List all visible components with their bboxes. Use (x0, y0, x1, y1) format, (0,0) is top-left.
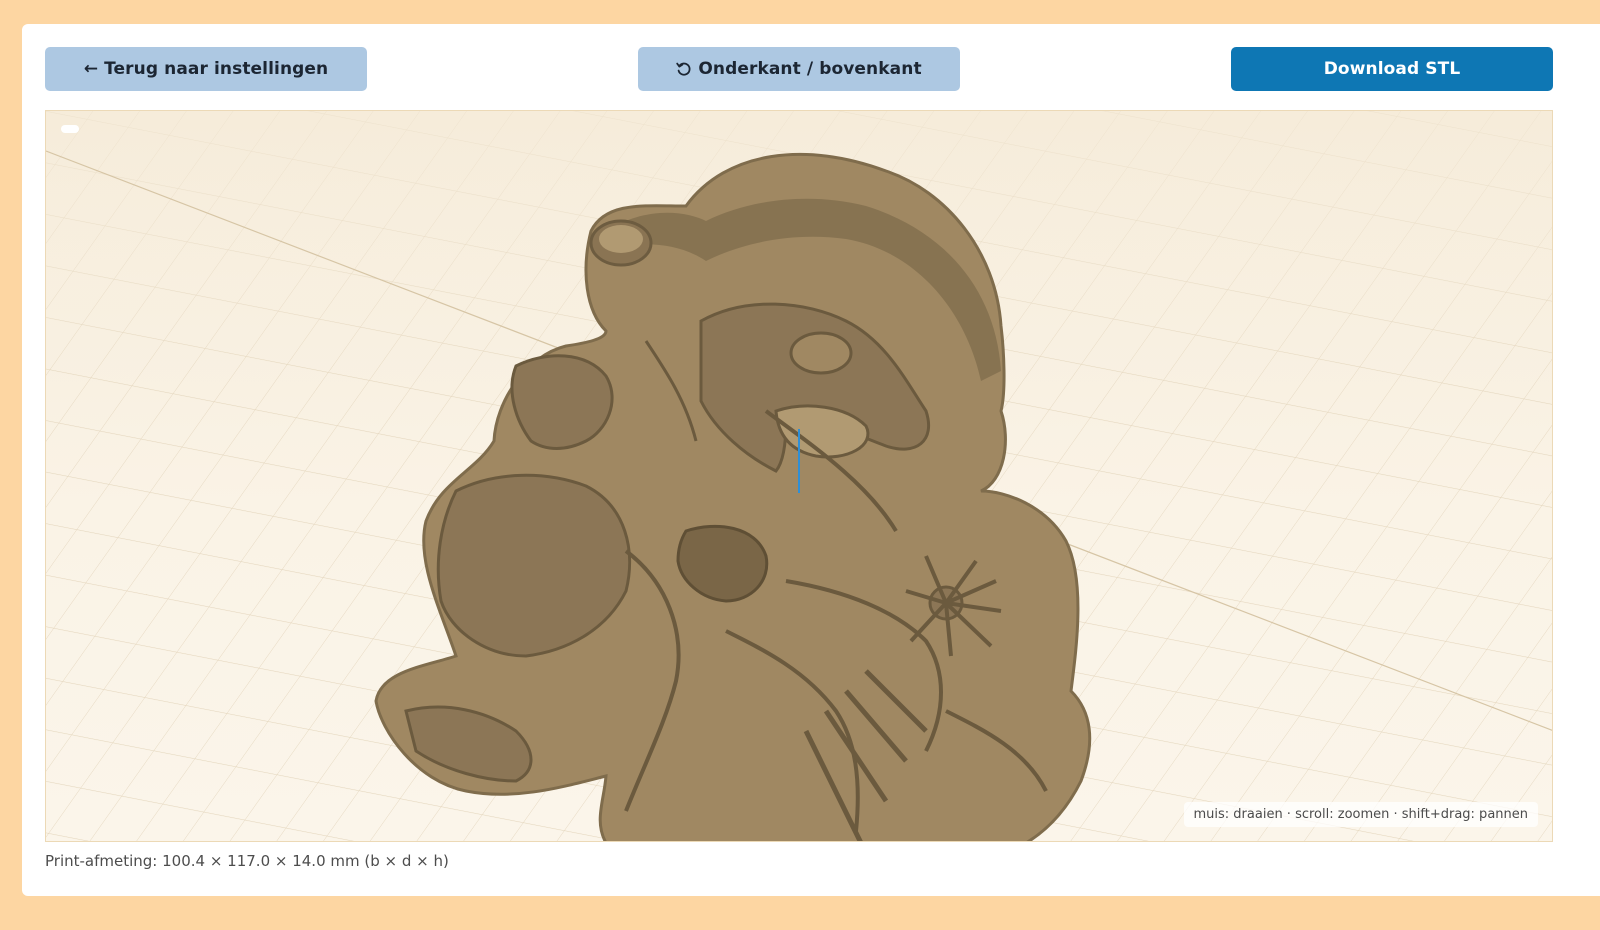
flip-bottom-top-button[interactable]: Onderkant / bovenkant (638, 47, 960, 91)
flip-label: Onderkant / bovenkant (698, 59, 922, 79)
rotate-ccw-icon (676, 61, 692, 77)
back-to-settings-button[interactable]: ← Terug naar instellingen (45, 47, 367, 91)
controls-hint: muis: draaien · scroll: zoomen · shift+d… (1183, 802, 1538, 827)
download-stl-button[interactable]: Download STL (1231, 47, 1553, 91)
viewer-status-pill (61, 125, 79, 133)
back-label: ← Terug naar instellingen (83, 59, 329, 79)
download-label: Download STL (1323, 59, 1461, 79)
scene-canvas[interactable] (46, 111, 1553, 842)
print-size-label: Print-afmeting: 100.4 × 117.0 × 14.0 mm … (45, 852, 449, 870)
main-card: ← Terug naar instellingen Onderkant / bo… (22, 24, 1600, 896)
3d-viewport[interactable]: muis: draaien · scroll: zoomen · shift+d… (45, 110, 1553, 842)
